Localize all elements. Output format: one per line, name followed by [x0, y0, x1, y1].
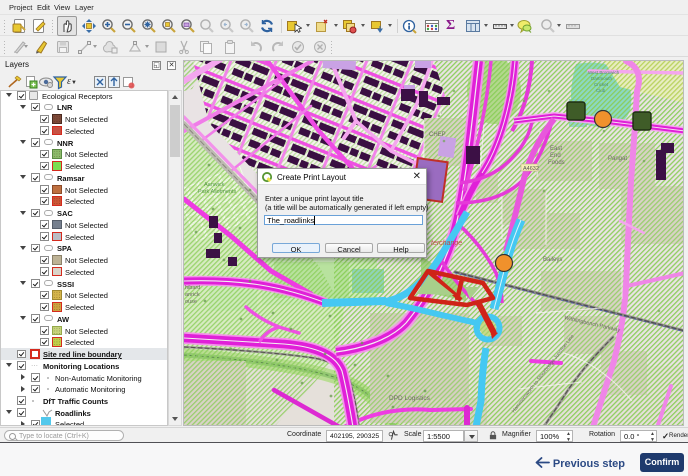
svg-text:ouse: ouse — [185, 299, 197, 305]
svg-text:West Bromwich: West Bromwich — [588, 70, 620, 75]
svg-text:Foods: Foods — [548, 160, 565, 166]
svg-text:End: End — [550, 153, 561, 159]
svg-text:East: East — [550, 146, 562, 152]
svg-text:Park Allotments: Park Allotments — [198, 189, 236, 195]
svg-text:Cricket: Cricket — [594, 82, 609, 87]
svg-text:Pangat: Pangat — [608, 156, 627, 162]
svg-text:Club: Club — [596, 88, 606, 93]
svg-text:hibard: hibard — [185, 285, 200, 291]
svg-text:terchange: terchange — [431, 240, 462, 247]
svg-text:A4632: A4632 — [523, 166, 539, 172]
svg-text:Aanwick: Aanwick — [204, 182, 225, 188]
svg-text:CHEP: CHEP — [429, 132, 446, 138]
svg-text:Dartmouth: Dartmouth — [591, 76, 613, 81]
svg-text:anrick: anrick — [185, 292, 200, 298]
svg-text:DPD Logistics: DPD Logistics — [389, 395, 431, 402]
svg-text:Baileys: Baileys — [543, 257, 562, 263]
